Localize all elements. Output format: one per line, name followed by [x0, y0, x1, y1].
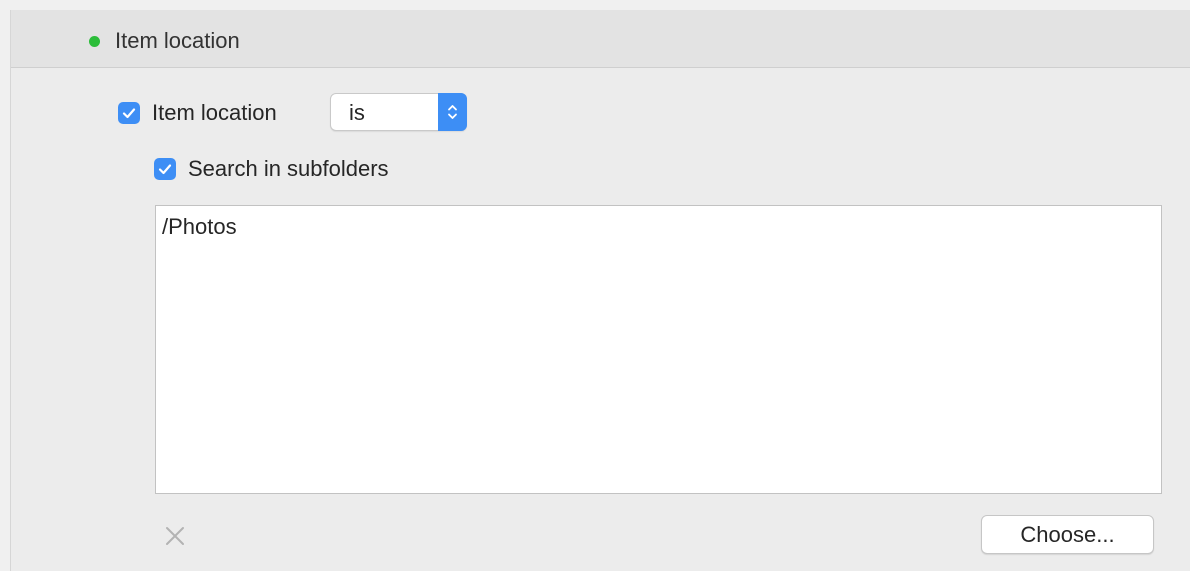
section-header: Item location — [11, 10, 1190, 68]
close-x-icon[interactable] — [162, 523, 188, 549]
checkmark-icon — [122, 108, 136, 119]
up-down-chevron-icon[interactable] — [438, 93, 467, 131]
status-dot-icon — [89, 36, 100, 47]
item-location-checkbox[interactable] — [118, 102, 140, 124]
section-title: Item location — [115, 28, 240, 53]
search-subfolders-label: Search in subfolders — [188, 156, 389, 181]
item-location-label: Item location — [152, 100, 277, 125]
search-subfolders-checkbox[interactable] — [154, 158, 176, 180]
choose-button[interactable]: Choose... — [981, 515, 1154, 554]
checkmark-icon — [158, 164, 172, 175]
location-list-item[interactable]: /Photos — [162, 213, 237, 241]
operator-popup[interactable]: is — [330, 93, 467, 131]
operator-value: is — [349, 100, 365, 125]
rule-panel: Item location Item location is Search in… — [10, 10, 1190, 571]
location-list[interactable]: /Photos — [155, 205, 1162, 494]
